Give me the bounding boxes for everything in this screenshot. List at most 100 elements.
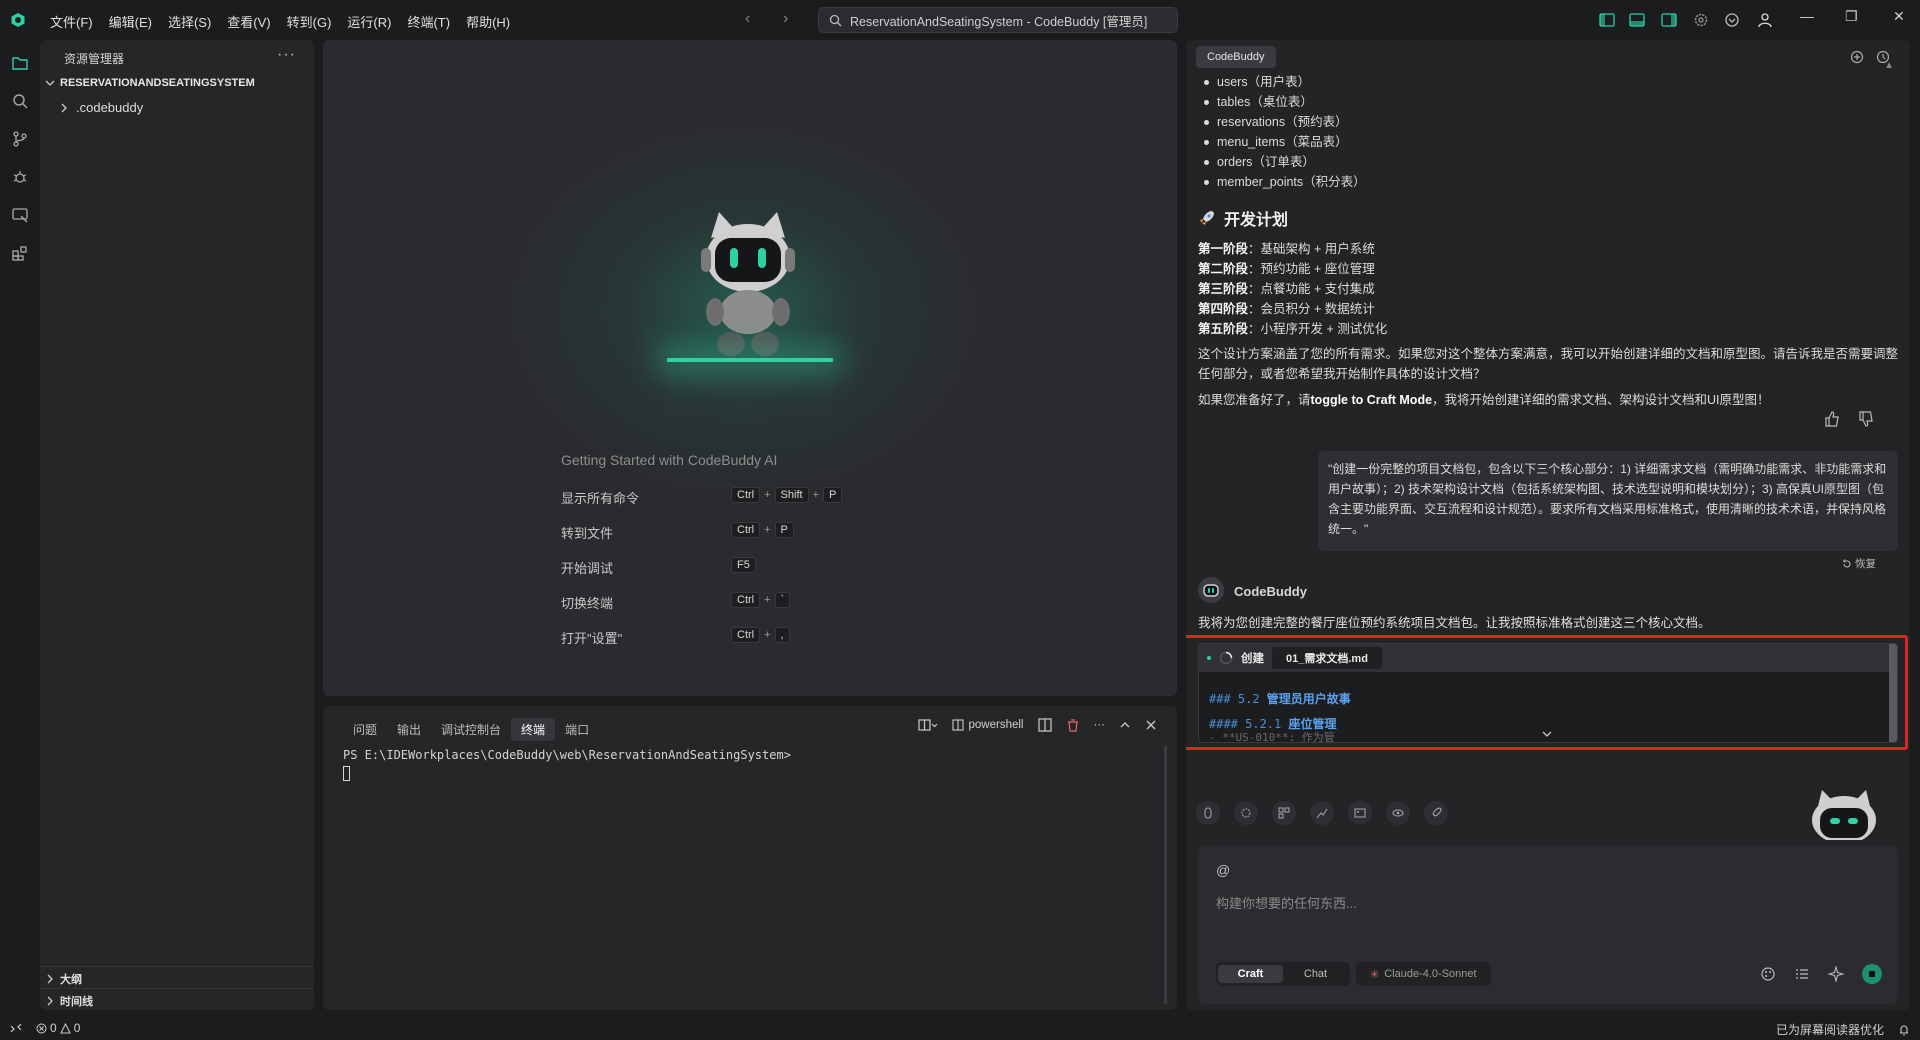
- more-actions-icon[interactable]: ···: [277, 46, 296, 64]
- menu-selection[interactable]: 选择(S): [160, 12, 219, 31]
- image-icon[interactable]: [1348, 801, 1372, 825]
- root-folder-label: RESERVATIONANDSEATINGSYSTEM: [60, 77, 255, 89]
- run-debug-icon[interactable]: [11, 168, 29, 186]
- send-button[interactable]: [1862, 964, 1882, 984]
- close-panel-icon[interactable]: [1145, 719, 1157, 731]
- task-list-icon[interactable]: [1794, 966, 1810, 982]
- palette-icon[interactable]: [1760, 966, 1776, 982]
- tab-ports[interactable]: 端口: [555, 718, 599, 741]
- model-selector[interactable]: ✳ Claude-4.0-Sonnet: [1356, 962, 1491, 986]
- integrations-icon[interactable]: [1234, 801, 1258, 825]
- explorer-root-folder[interactable]: RESERVATIONANDSEATINGSYSTEM: [44, 77, 255, 89]
- menu-help[interactable]: 帮助(H): [458, 12, 518, 31]
- figma-icon[interactable]: [1196, 801, 1220, 825]
- restore-label: 恢复: [1855, 558, 1876, 570]
- phase-item: 第一阶段：基础架构 + 用户系统: [1198, 242, 1375, 256]
- shortcut-start-debug[interactable]: 开始调试: [561, 558, 613, 577]
- restore-window-icon[interactable]: ❐: [1845, 8, 1858, 25]
- chevron-up-icon[interactable]: [1119, 719, 1131, 731]
- status-bar: 0 0 已为屏幕阅读器优化: [0, 1018, 1920, 1040]
- editor-welcome: Getting Started with CodeBuddy AI 显示所有命令…: [323, 40, 1177, 696]
- tab-output[interactable]: 输出: [387, 718, 431, 741]
- mode-chat-button[interactable]: Chat: [1283, 965, 1348, 983]
- chevron-right-icon: [61, 103, 67, 112]
- shield-icon[interactable]: [1723, 11, 1741, 29]
- restore-button[interactable]: 恢复: [1842, 556, 1876, 571]
- shortcut-show-commands[interactable]: 显示所有命令: [561, 488, 639, 507]
- tab-terminal[interactable]: 终端: [511, 718, 556, 741]
- menu-bar: 文件(F) 编辑(E) 选择(S) 查看(V) 转到(G) 运行(R) 终端(T…: [42, 12, 518, 31]
- terminal-prompt[interactable]: PS E:\IDEWorkplaces\CodeBuddy\web\Reserv…: [343, 748, 791, 762]
- account-icon[interactable]: [1756, 11, 1774, 29]
- settings-gear-icon[interactable]: [1692, 11, 1710, 29]
- stop-icon: [1869, 971, 1875, 977]
- bottom-panel: 问题 输出 调试控制台 终端 端口 powershell ··· PS E:\I…: [323, 706, 1177, 1010]
- menu-file[interactable]: 文件(F): [42, 12, 101, 31]
- more-icon[interactable]: ···: [1094, 719, 1106, 731]
- toggle-secondary-sidebar-icon[interactable]: [1660, 11, 1678, 29]
- menu-edit[interactable]: 编辑(E): [101, 12, 160, 31]
- tab-problems[interactable]: 问题: [343, 718, 387, 741]
- workflow-icon[interactable]: [1310, 801, 1334, 825]
- mode-craft-button[interactable]: Craft: [1218, 965, 1283, 983]
- chevron-right-icon: [47, 974, 53, 984]
- sparkle-icon[interactable]: [1828, 966, 1844, 982]
- split-icon[interactable]: [1037, 718, 1052, 732]
- problems-status[interactable]: 0 0: [36, 1021, 80, 1035]
- phase-item: 第三阶段：点餐功能 + 支付集成: [1198, 282, 1375, 296]
- source-control-icon[interactable]: [11, 130, 29, 148]
- close-window-icon[interactable]: ✕: [1893, 8, 1905, 25]
- thumbs-down-icon[interactable]: [1858, 411, 1874, 427]
- search-icon[interactable]: [11, 92, 29, 110]
- terminal-scrollbar[interactable]: [1164, 746, 1167, 1004]
- chat-tools: [1196, 801, 1448, 825]
- forward-arrow-icon[interactable]: ›: [783, 10, 788, 28]
- preview-eye-icon[interactable]: [1386, 801, 1410, 825]
- screen-reader-status[interactable]: 已为屏幕阅读器优化: [1776, 1021, 1884, 1038]
- menu-terminal[interactable]: 终端(T): [399, 12, 458, 31]
- minimize-icon[interactable]: —: [1800, 8, 1814, 24]
- remote-explorer-icon[interactable]: [11, 206, 29, 224]
- components-icon[interactable]: [1272, 801, 1296, 825]
- list-item: users（用户表）: [1199, 72, 1366, 92]
- terminal-shell-selector[interactable]: powershell: [951, 719, 1024, 731]
- shortcut-open-settings[interactable]: 打开"设置": [561, 628, 622, 647]
- command-center[interactable]: ReservationAndSeatingSystem - CodeBuddy …: [818, 7, 1178, 33]
- toggle-sidebar-icon[interactable]: [1598, 11, 1616, 29]
- trash-icon[interactable]: [1066, 718, 1080, 732]
- chat-input-box: @ 构建你想要的任何东西... Craft Chat ✳ Claude-4.0-…: [1198, 846, 1898, 1004]
- mascot-stage: [667, 358, 833, 362]
- menu-view[interactable]: 查看(V): [219, 12, 278, 31]
- chat-tab[interactable]: CodeBuddy: [1196, 46, 1276, 68]
- new-chat-icon[interactable]: [1850, 50, 1864, 64]
- scroll-up-icon[interactable]: ▲: [1884, 60, 1894, 71]
- extensions-icon[interactable]: [11, 244, 29, 262]
- explorer-sidebar: 资源管理器 ··· RESERVATIONANDSEATINGSYSTEM .c…: [40, 40, 314, 1010]
- explorer-files-icon[interactable]: [11, 54, 29, 72]
- plan-heading-text: 开发计划: [1224, 212, 1289, 229]
- assistant-avatar: [1198, 577, 1224, 603]
- remote-icon[interactable]: [10, 1022, 22, 1034]
- codebuddy-avatar-icon: [1203, 584, 1219, 597]
- menu-goto[interactable]: 转到(G): [279, 12, 340, 31]
- tree-item-label: .codebuddy: [76, 100, 144, 115]
- deploy-rocket-icon[interactable]: [1424, 801, 1448, 825]
- plan-heading: 开发计划: [1198, 206, 1288, 230]
- panel-actions: powershell ···: [917, 718, 1157, 732]
- outline-section[interactable]: 大纲: [44, 971, 82, 987]
- mention-button[interactable]: @: [1216, 862, 1230, 878]
- back-arrow-icon[interactable]: ‹: [745, 10, 750, 28]
- thumbs-up-icon[interactable]: [1824, 411, 1840, 427]
- tree-item-codebuddy[interactable]: .codebuddy: [58, 100, 143, 115]
- list-item: orders（订单表）: [1199, 152, 1366, 172]
- tab-debug-console[interactable]: 调试控制台: [431, 718, 511, 741]
- toggle-panel-icon[interactable]: [1628, 11, 1646, 29]
- split-terminal-dropdown-icon[interactable]: [917, 718, 938, 732]
- shortcut-goto-file[interactable]: 转到文件: [561, 523, 613, 542]
- notifications-bell-icon[interactable]: [1898, 1024, 1910, 1036]
- shortcut-toggle-terminal[interactable]: 切换终端: [561, 593, 613, 612]
- chat-input[interactable]: 构建你想要的任何东西...: [1216, 893, 1357, 912]
- menu-run[interactable]: 运行(R): [339, 12, 399, 31]
- shortcut-keys: Ctrl + ,: [731, 627, 790, 643]
- timeline-section[interactable]: 时间线: [44, 993, 93, 1009]
